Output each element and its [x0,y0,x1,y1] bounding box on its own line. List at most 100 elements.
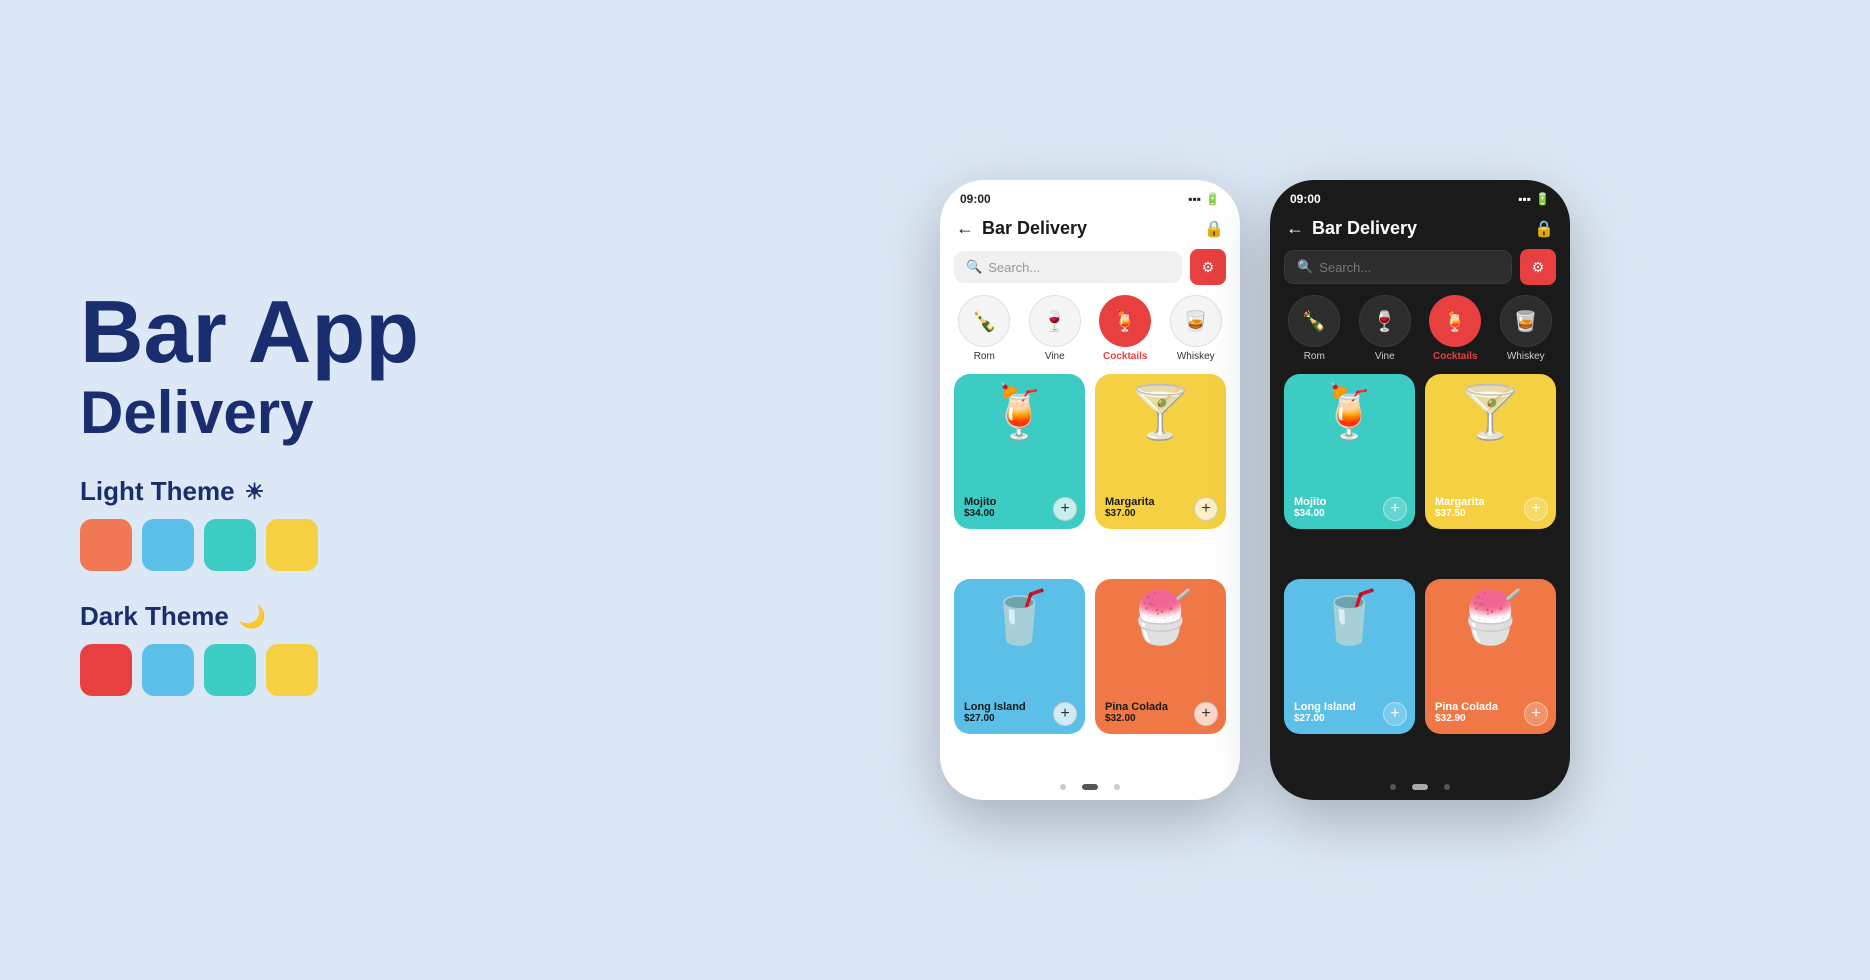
light-theme-section: Light Theme ☀ [80,476,560,571]
dark-header: ← Bar Delivery 🔒 [1270,212,1570,249]
title-line1: Bar App [80,284,560,381]
dark-vine-label: Vine [1375,351,1395,362]
dark-header-title: Bar Delivery [1312,218,1526,239]
pinacolada-img: 🍧 [1128,587,1193,648]
dark-battery-icon: 🔋 [1535,192,1550,206]
signal-icon: ▪▪▪ [1188,192,1201,206]
dark-longisland-img: 🥤 [1317,587,1382,648]
swatch-blue-dark [142,644,194,696]
dark-back-button[interactable]: ← [1286,218,1304,239]
light-time: 09:00 [960,192,991,206]
dark-mojito-img: 🍹 [1317,382,1382,443]
longisland-img: 🥤 [987,587,1052,648]
dark-cocktails-icon-wrap: 🍹 [1429,295,1481,347]
category-rom[interactable]: 🍾 Rom [958,295,1010,362]
category-cocktails-active[interactable]: 🍹 Cocktails [1099,295,1151,362]
rom-label: Rom [974,351,995,362]
pinacolada-card[interactable]: 🍧 Pina Colada $32.00 + [1095,579,1226,734]
light-theme-label: Light Theme ☀ [80,476,560,507]
dark-pinacolada-img: 🍧 [1458,587,1523,648]
dark-rom-label: Rom [1304,351,1325,362]
margarita-img: 🍸 [1128,382,1193,443]
dark-search-input[interactable]: 🔍 Search... [1284,250,1512,284]
filter-icon: ⚙ [1202,259,1215,276]
dark-filter-button[interactable]: ⚙ [1520,249,1556,285]
dark-mojito-card[interactable]: 🍹 Mojito $34.00 + [1284,374,1415,529]
category-whiskey[interactable]: 🥃 Whiskey [1170,295,1222,362]
rom-icon-wrap: 🍾 [958,295,1010,347]
dark-search-bar: 🔍 Search... ⚙ [1284,249,1556,285]
swatch-blue [142,519,194,571]
dark-whiskey-label: Whiskey [1507,351,1545,362]
dark-category-vine[interactable]: 🍷 Vine [1359,295,1411,362]
dark-search-placeholder: Search... [1319,260,1371,275]
dark-margarita-card[interactable]: 🍸 Margarita $37.50 + [1425,374,1556,529]
swatch-yellow-dark [266,644,318,696]
dark-categories: 🍾 Rom 🍷 Vine 🍹 Cocktails 🥃 Wh [1270,295,1570,362]
dark-nav-dot-1 [1390,784,1396,790]
longisland-card[interactable]: 🥤 Long Island $27.00 + [954,579,1085,734]
whiskey-label: Whiskey [1177,351,1215,362]
dark-phone: 09:00 ▪▪▪ 🔋 ← Bar Delivery 🔒 🔍 Search...… [1270,180,1570,800]
light-status-icons: ▪▪▪ 🔋 [1188,192,1220,206]
dark-status-icons: ▪▪▪ 🔋 [1518,192,1550,206]
dark-status-bar: 09:00 ▪▪▪ 🔋 [1270,180,1570,212]
dark-category-cocktails[interactable]: 🍹 Cocktails [1429,295,1481,362]
dark-vine-icon: 🍷 [1372,309,1397,334]
dark-search-icon: 🔍 [1297,259,1313,275]
search-placeholder: Search... [988,260,1040,275]
nav-dot-1 [1060,784,1066,790]
dark-rom-icon-wrap: 🍾 [1288,295,1340,347]
light-bottom-nav [940,774,1240,800]
phones-container: 09:00 ▪▪▪ 🔋 ← Bar Delivery 🔒 🔍 Search...… [640,150,1870,830]
sun-icon: ☀ [245,479,265,505]
vine-icon: 🍷 [1042,309,1067,334]
nav-dot-2-active [1082,784,1098,790]
swatch-teal [204,519,256,571]
light-categories: 🍾 Rom 🍷 Vine 🍹 Cocktails 🥃 Wh [940,295,1240,362]
mojito-img: 🍹 [987,382,1052,443]
light-header: ← Bar Delivery 🔒 [940,212,1240,249]
dark-drink-grid: 🍹 Mojito $34.00 + 🍸 Margarita $37.50 + 🥤… [1270,374,1570,774]
vine-label: Vine [1045,351,1065,362]
dark-lock-icon: 🔒 [1534,219,1554,239]
dark-cocktails-label: Cocktails [1433,351,1477,362]
swatch-yellow [266,519,318,571]
light-search-input[interactable]: 🔍 Search... [954,251,1182,283]
vine-icon-wrap: 🍷 [1029,295,1081,347]
margarita-add-button[interactable]: + [1194,497,1218,521]
dark-mojito-add-button[interactable]: + [1383,497,1407,521]
category-vine[interactable]: 🍷 Vine [1029,295,1081,362]
dark-nav-dot-2-active [1412,784,1428,790]
dark-longisland-add-button[interactable]: + [1383,702,1407,726]
back-button[interactable]: ← [956,218,974,239]
dark-bottom-nav [1270,774,1570,800]
dark-theme-section: Dark Theme 🌙 [80,601,560,696]
title-line2: Delivery [80,380,560,446]
mojito-card[interactable]: 🍹 Mojito $34.00 + [954,374,1085,529]
dark-margarita-add-button[interactable]: + [1524,497,1548,521]
whiskey-icon-wrap: 🥃 [1170,295,1222,347]
light-phone: 09:00 ▪▪▪ 🔋 ← Bar Delivery 🔒 🔍 Search...… [940,180,1240,800]
longisland-add-button[interactable]: + [1053,702,1077,726]
moon-icon: 🌙 [239,604,266,630]
dark-pinacolada-card[interactable]: 🍧 Pina Colada $32.90 + [1425,579,1556,734]
dark-category-whiskey[interactable]: 🥃 Whiskey [1500,295,1552,362]
dark-longisland-card[interactable]: 🥤 Long Island $27.00 + [1284,579,1415,734]
whiskey-icon: 🥃 [1183,309,1208,334]
margarita-card[interactable]: 🍸 Margarita $37.00 + [1095,374,1226,529]
rom-icon: 🍾 [972,309,997,334]
swatch-teal-dark [204,644,256,696]
light-status-bar: 09:00 ▪▪▪ 🔋 [940,180,1240,212]
dark-pinacolada-add-button[interactable]: + [1524,702,1548,726]
swatch-red [80,644,132,696]
light-search-bar: 🔍 Search... ⚙ [954,249,1226,285]
cocktails-icon-wrap: 🍹 [1099,295,1151,347]
filter-button[interactable]: ⚙ [1190,249,1226,285]
dark-swatches [80,644,560,696]
pinacolada-add-button[interactable]: + [1194,702,1218,726]
mojito-add-button[interactable]: + [1053,497,1077,521]
light-swatches [80,519,560,571]
dark-category-rom[interactable]: 🍾 Rom [1288,295,1340,362]
dark-filter-icon: ⚙ [1532,259,1545,276]
